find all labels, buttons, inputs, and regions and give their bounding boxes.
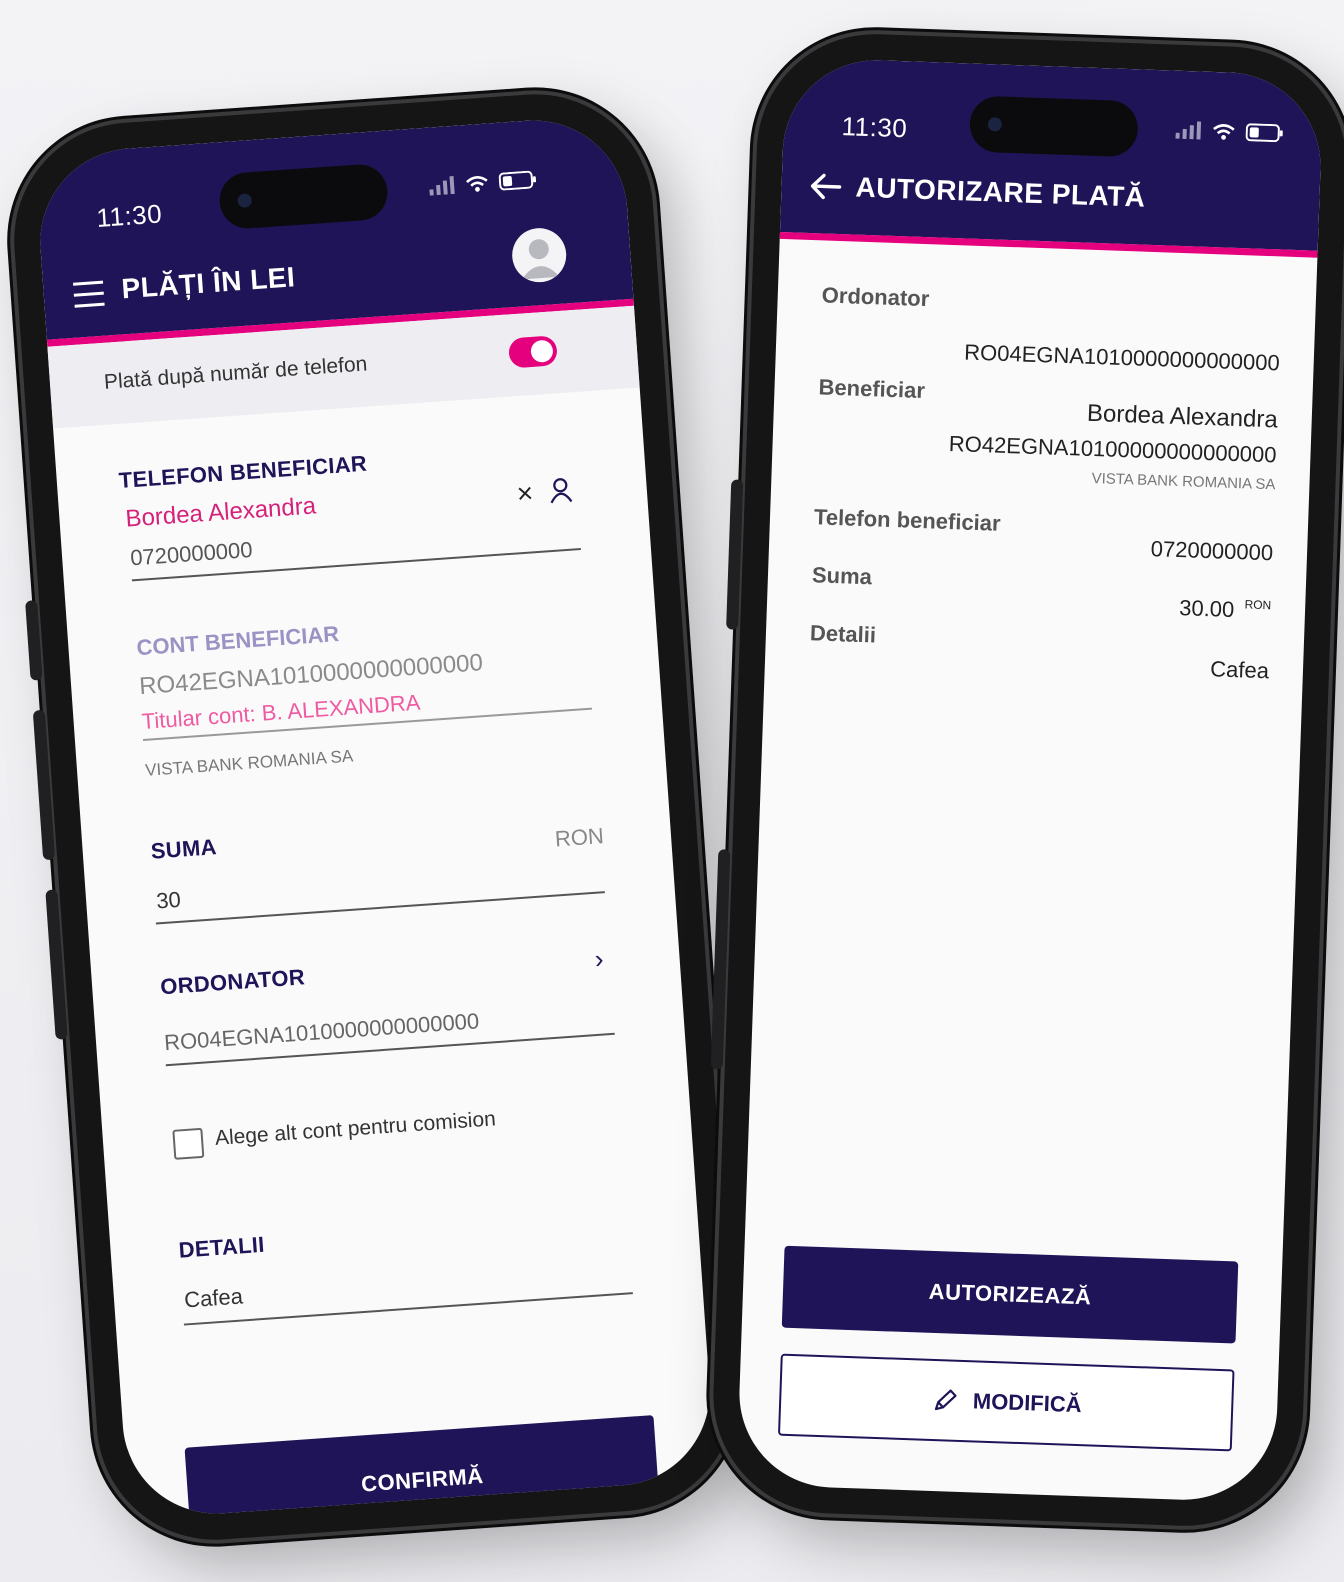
- menu-icon[interactable]: [72, 279, 105, 308]
- comision-checkbox[interactable]: [172, 1127, 205, 1160]
- telefon-label: Telefon beneficiar: [813, 504, 1002, 536]
- beneficiar-name: Bordea Alexandra: [1086, 399, 1279, 434]
- phone-right: 11:30 AUTORIZARE PLATĂ Ordonator RO04EGN…: [709, 30, 1344, 1530]
- contact-icon[interactable]: [548, 476, 574, 504]
- comision-label: Alege alt cont pentru comision: [214, 1107, 497, 1150]
- ordonator-iban: RO04EGNA1010000000000000: [163, 1008, 480, 1056]
- beneficiar-bank: VISTA BANK ROMANIA SA: [1091, 469, 1276, 494]
- ordonator-iban: RO04EGNA1010000000000000: [963, 339, 1281, 376]
- suma-input[interactable]: 30: [155, 887, 181, 915]
- clear-icon[interactable]: ×: [516, 477, 535, 510]
- beneficiar-iban: RO42EGNA10100000000000000: [948, 430, 1277, 468]
- phone-left: 11:30 PLĂȚI ÎN LEI Plată după număr de t…: [6, 86, 744, 1548]
- wifi-icon: [466, 176, 488, 192]
- volume-up-button: [32, 709, 56, 861]
- signal-icon: [429, 175, 455, 196]
- detalii-value: Cafea: [1209, 656, 1270, 684]
- volume-down-button: [45, 889, 68, 1040]
- telefon-value: 0720000000: [1150, 536, 1274, 566]
- dynamic-island: [217, 162, 390, 231]
- toggle-label: Plată după număr de telefon: [103, 352, 369, 394]
- detalii-input[interactable]: Cafea: [183, 1283, 243, 1313]
- chevron-right-icon: ›: [593, 943, 605, 974]
- back-arrow-icon[interactable]: [809, 172, 842, 201]
- modify-label: MODIFICĂ: [972, 1388, 1083, 1418]
- detalii-underline: [183, 1292, 633, 1326]
- phone-number-input[interactable]: 0720000000: [129, 537, 253, 571]
- suma-underline: [155, 891, 605, 925]
- status-time: 11:30: [841, 111, 908, 144]
- authorize-button[interactable]: AUTORIZEAZĂ: [781, 1245, 1239, 1344]
- beneficiar-label: Beneficiar: [818, 374, 926, 404]
- ordonator-row[interactable]: ORDONATOR › RO04EGNA1010000000000000: [159, 943, 615, 1074]
- status-time: 11:30: [95, 198, 164, 233]
- side-button: [25, 600, 43, 681]
- screen-left: 11:30 PLĂȚI ÎN LEI Plată după număr de t…: [34, 114, 716, 1520]
- screen-right: 11:30 AUTORIZARE PLATĂ Ordonator RO04EGN…: [736, 57, 1324, 1503]
- cont-beneficiar-label: CONT BENEFICIAR: [135, 621, 340, 661]
- pencil-icon: [934, 1389, 957, 1411]
- detalii-label: Detalii: [809, 620, 877, 648]
- wifi-icon: [1213, 124, 1235, 140]
- suma-currency: RON: [554, 823, 605, 852]
- volume-up-button: [726, 479, 744, 630]
- confirm-button[interactable]: CONFIRMĂ: [184, 1415, 661, 1520]
- suma-value-wrap: 30.00 RON: [1179, 595, 1272, 624]
- suma-value: 30.00: [1178, 595, 1235, 623]
- cont-bank: VISTA BANK ROMANIA SA: [144, 746, 354, 780]
- telefon-beneficiar-label: TELEFON BENEFICIAR: [118, 450, 368, 494]
- ordonator-label: ORDONATOR: [159, 964, 306, 1000]
- signal-icon: [1175, 121, 1202, 140]
- beneficiary-name: Bordea Alexandra: [124, 492, 317, 533]
- detalii-label: DETALII: [177, 1231, 266, 1263]
- ordonator-label: Ordonator: [821, 282, 930, 312]
- suma-label: SUMA: [149, 834, 218, 864]
- suma-label: Suma: [811, 562, 873, 590]
- phone-payment-toggle[interactable]: [507, 335, 558, 369]
- volume-down-button: [710, 849, 731, 1070]
- modify-button[interactable]: MODIFICĂ: [777, 1353, 1235, 1452]
- suma-currency: RON: [1244, 597, 1272, 613]
- dynamic-island: [968, 95, 1139, 158]
- battery-icon: [498, 170, 537, 191]
- battery-icon: [1245, 123, 1283, 143]
